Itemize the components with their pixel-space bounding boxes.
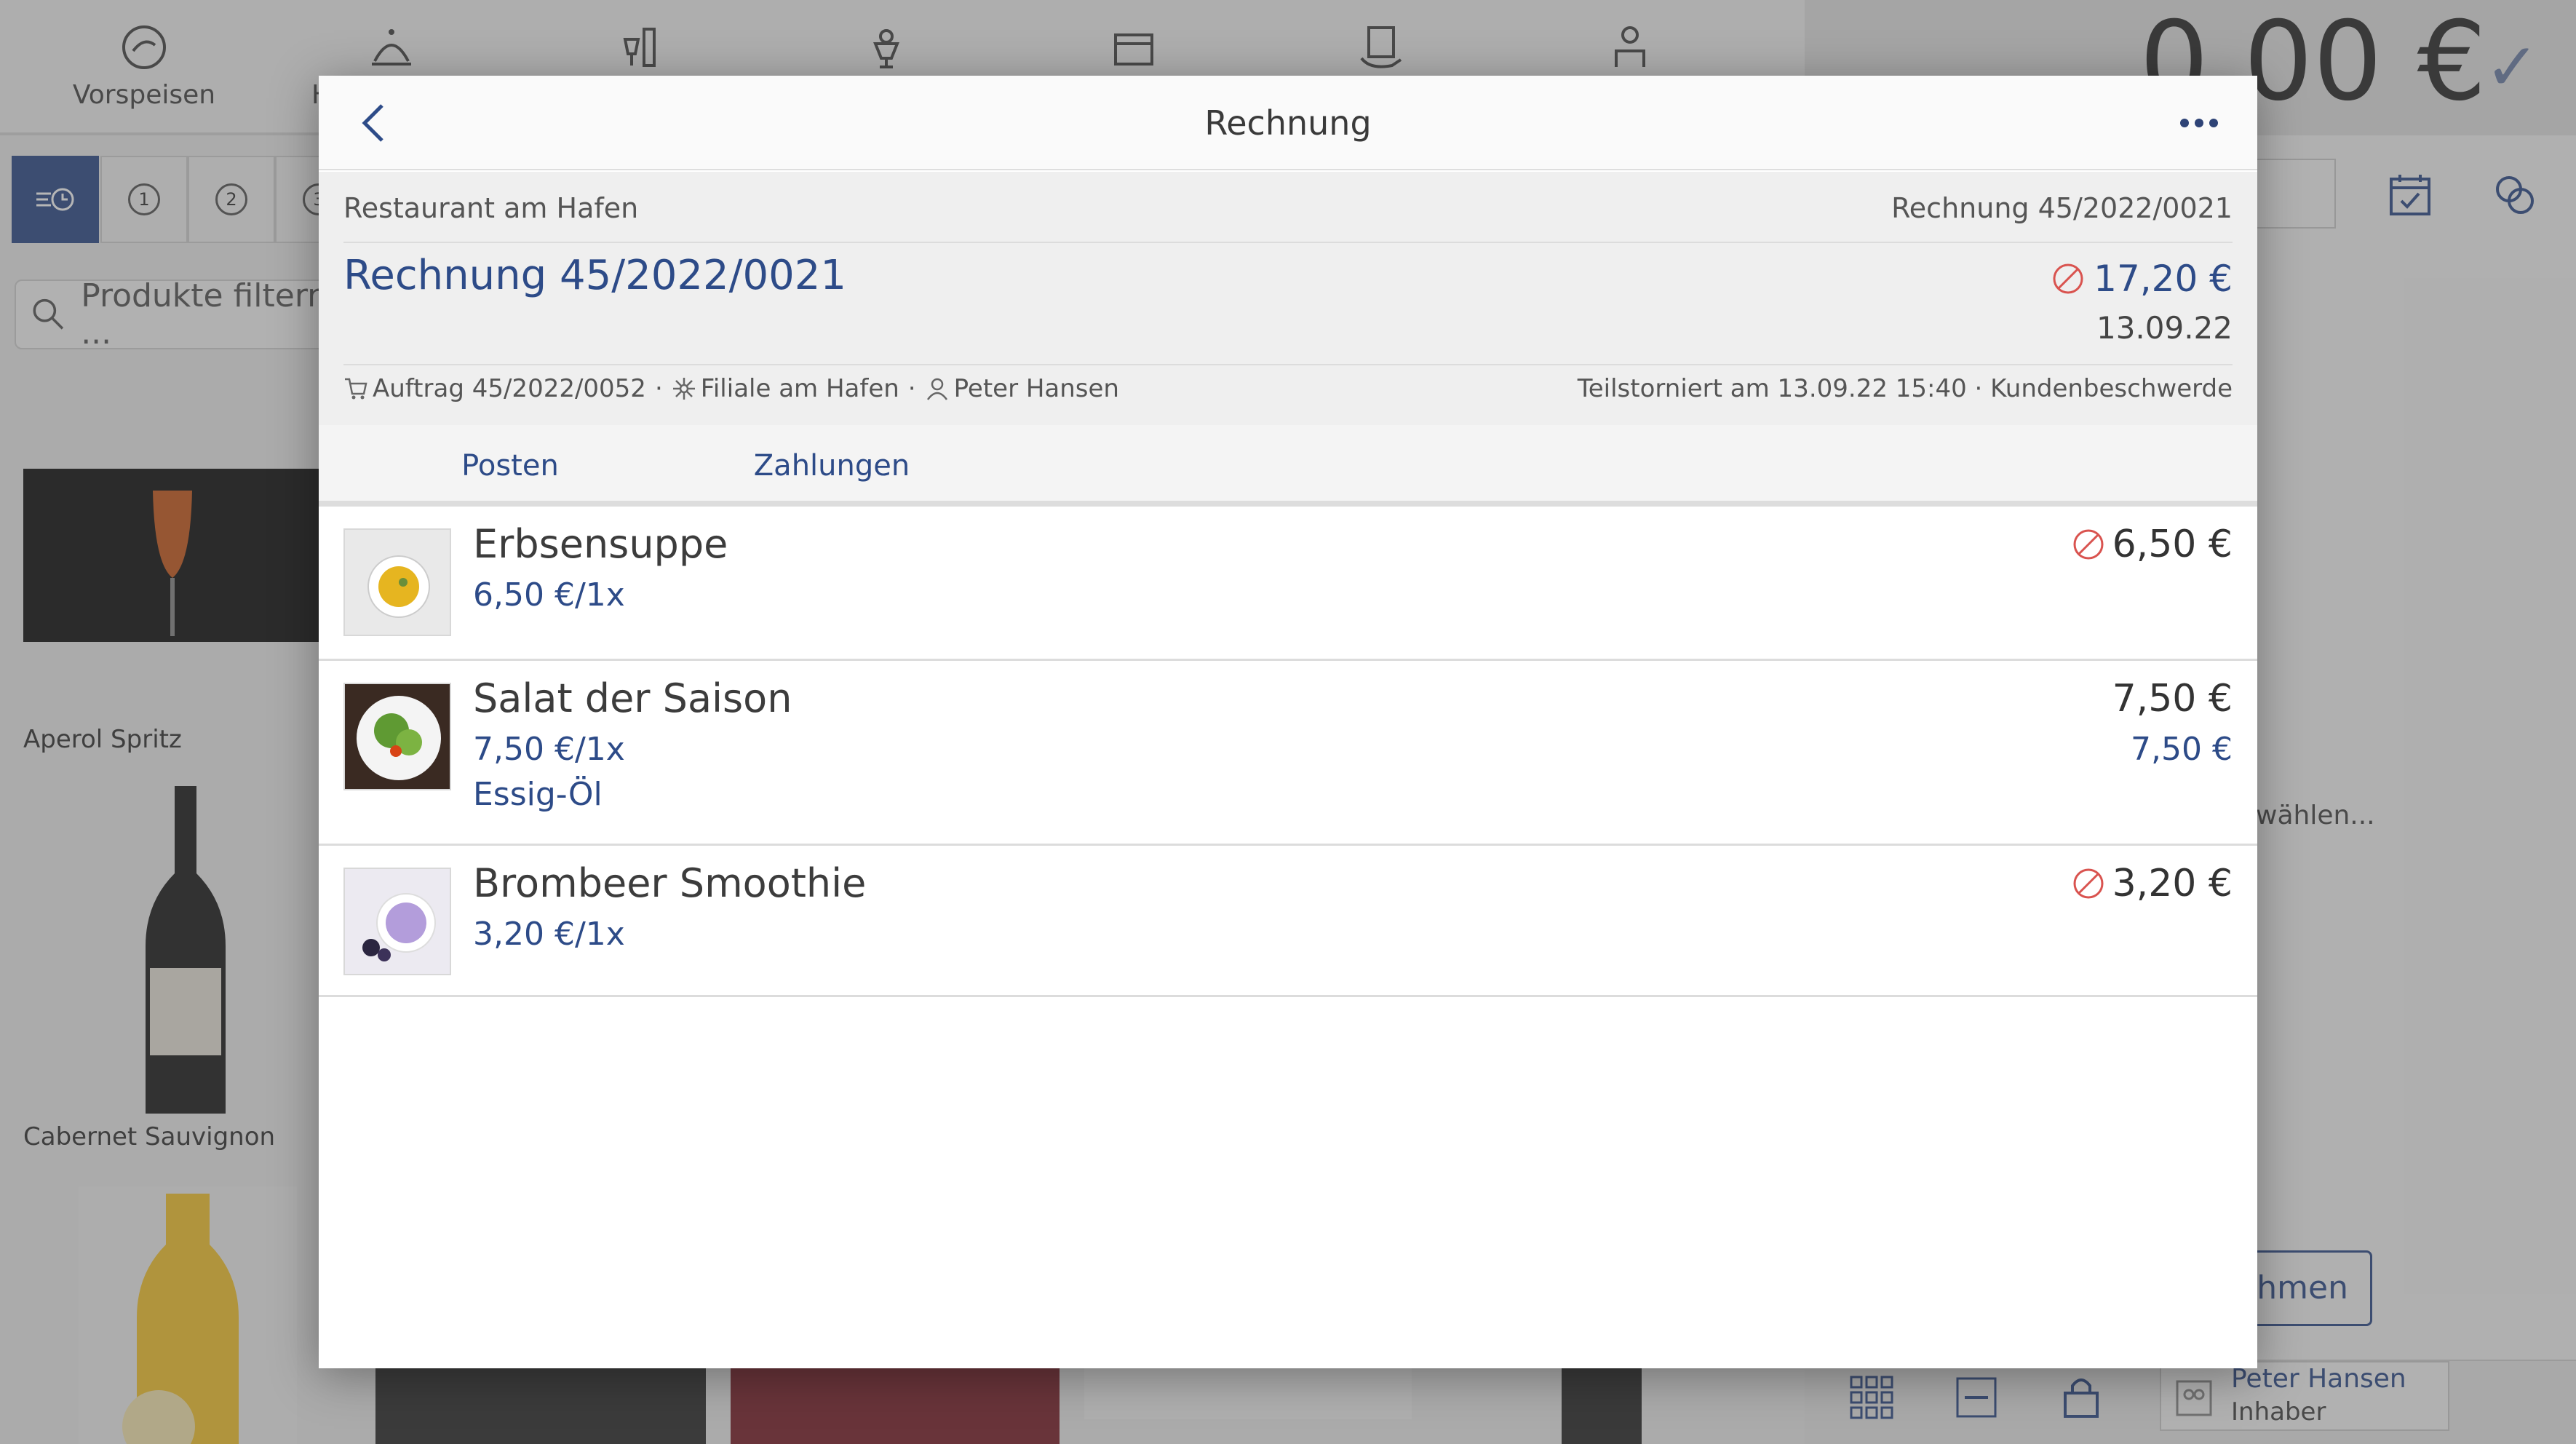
item-thumbnail bbox=[343, 868, 451, 975]
item-option: Essig-Öl bbox=[473, 776, 603, 813]
soup-image bbox=[345, 530, 450, 635]
void-icon bbox=[2073, 868, 2104, 899]
more-options-button[interactable] bbox=[2170, 105, 2228, 141]
order-number[interactable]: Auftrag 45/2022/0052 bbox=[373, 374, 646, 403]
separator: · bbox=[907, 374, 916, 403]
item-thumbnail bbox=[343, 528, 451, 636]
list-item[interactable]: Salat der Saison 7,50 €/1x Essig-Öl 7,50… bbox=[319, 661, 2257, 846]
invoice-amount-value: 17,20 € bbox=[2094, 258, 2233, 300]
item-name: Brombeer Smoothie bbox=[473, 860, 867, 906]
list-item[interactable]: Brombeer Smoothie 3,20 €/1x 3,20 € bbox=[319, 846, 2257, 997]
void-icon bbox=[2053, 263, 2083, 294]
person-icon bbox=[926, 378, 947, 400]
dialog-title: Rechnung bbox=[1204, 103, 1372, 143]
item-unit-price: 7,50 €/1x bbox=[473, 731, 625, 768]
more-dot bbox=[2195, 119, 2203, 127]
item-total: 3,20 € bbox=[2072, 862, 2233, 905]
invoice-date: 13.09.22 bbox=[2096, 310, 2233, 346]
restaurant-name: Restaurant am Hafen bbox=[343, 192, 639, 224]
dialog-header: Rechnung bbox=[319, 76, 2257, 170]
branch-icon bbox=[672, 378, 695, 400]
item-unit-price: 6,50 €/1x bbox=[473, 576, 625, 614]
item-total-value: 3,20 € bbox=[2112, 862, 2233, 905]
item-total-value: 6,50 € bbox=[2112, 523, 2233, 566]
separator: · bbox=[654, 374, 663, 403]
cart-icon bbox=[345, 378, 367, 400]
item-name: Salat der Saison bbox=[473, 675, 792, 721]
branch-name: Filiale am Hafen bbox=[700, 374, 899, 403]
list-item[interactable]: Erbsensuppe 6,50 €/1x 6,50 € bbox=[319, 507, 2257, 661]
divider bbox=[343, 242, 2233, 243]
item-total: 7,50 € bbox=[2112, 677, 2233, 721]
item-subtotal: 7,50 € bbox=[2131, 731, 2233, 768]
item-thumbnail bbox=[343, 683, 451, 790]
item-unit-price: 3,20 €/1x bbox=[473, 916, 625, 953]
chevron-left-icon bbox=[362, 104, 383, 142]
void-icon bbox=[2073, 529, 2104, 560]
item-total: 6,50 € bbox=[2072, 523, 2233, 566]
divider bbox=[343, 364, 2233, 365]
item-total-value: 7,50 € bbox=[2112, 677, 2233, 721]
salad-image bbox=[345, 684, 450, 789]
invoice-dialog: Rechnung Restaurant am Hafen Rechnung 45… bbox=[319, 76, 2257, 1368]
item-name: Erbsensuppe bbox=[473, 521, 728, 567]
invoice-meta: Auftrag 45/2022/0052 · Filiale am Hafen … bbox=[343, 374, 1119, 403]
more-dots-icon bbox=[2180, 119, 2189, 127]
invoice-amount: 17,20 € bbox=[2051, 258, 2233, 300]
tab-zahlungen[interactable]: Zahlungen bbox=[671, 425, 993, 507]
person-name: Peter Hansen bbox=[953, 374, 1119, 403]
invoice-info: Restaurant am Hafen Rechnung 45/2022/002… bbox=[319, 172, 2257, 425]
invoice-title: Rechnung 45/2022/0021 bbox=[343, 252, 846, 299]
invoice-reference: Rechnung 45/2022/0021 bbox=[1891, 192, 2233, 224]
smoothie-image bbox=[345, 869, 450, 974]
cancellation-status: Teilstorniert am 13.09.22 15:40 · Kunden… bbox=[1577, 374, 2233, 403]
tab-posten[interactable]: Posten bbox=[349, 425, 671, 512]
back-button[interactable] bbox=[348, 98, 399, 148]
invoice-tabs: Posten Zahlungen bbox=[319, 425, 2257, 512]
more-dot bbox=[2209, 119, 2218, 127]
